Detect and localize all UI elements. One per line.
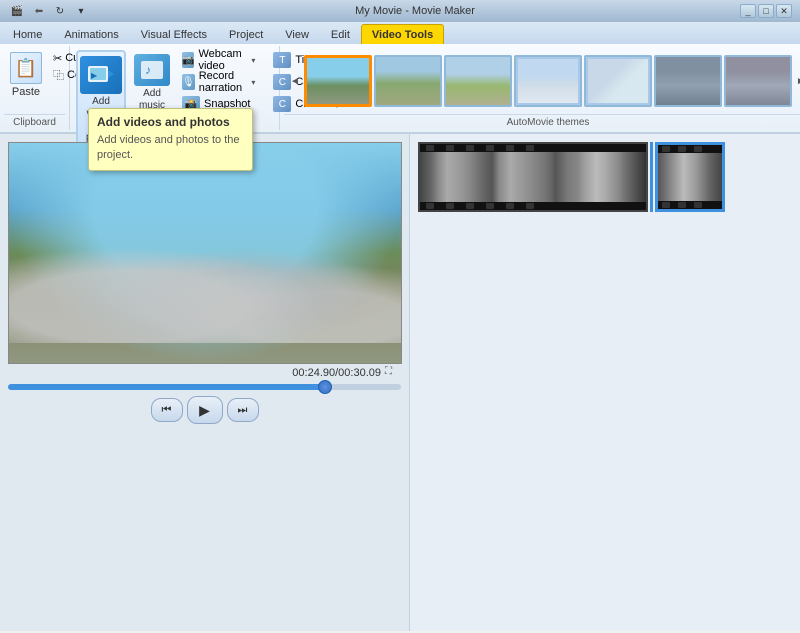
film-main-scene [420, 144, 646, 210]
theme-thumbnail-7[interactable] [724, 55, 792, 107]
record-narration-button[interactable]: 🎙 Record narration ▾ [178, 72, 259, 92]
seek-bar[interactable] [8, 384, 401, 390]
copy-icon: ⿻ [53, 67, 64, 83]
theme-4-preview [516, 57, 580, 105]
refresh-button[interactable]: ↻ [51, 3, 69, 19]
svg-text:▶: ▶ [91, 71, 98, 80]
film-strip-main [418, 142, 648, 212]
timecode-display: 00:24.90/00:30.09 [292, 367, 381, 379]
theme-thumbnail-3[interactable] [444, 55, 512, 107]
fullscreen-icon[interactable]: ⛶ [385, 366, 401, 380]
left-panel: Add videos and photos Add videos and pho… [0, 134, 410, 631]
tab-edit[interactable]: Edit [320, 24, 361, 44]
tab-view[interactable]: View [274, 24, 320, 44]
film-strip-selected [655, 142, 725, 212]
paste-icon: 📋 [10, 52, 42, 84]
theme-thumbnail-4[interactable] [514, 55, 582, 107]
window-title: My Movie - Movie Maker [90, 5, 740, 17]
video-preview [8, 142, 402, 364]
birds-scene [9, 223, 401, 343]
paste-button[interactable]: 📋 Paste [4, 48, 48, 102]
theme-6-preview [656, 57, 720, 105]
tooltip: Add videos and photos Add videos and pho… [88, 108, 253, 171]
scroll-right-button[interactable]: ► [794, 50, 800, 112]
app-icon: 🎬 [8, 3, 26, 19]
tab-animations[interactable]: Animations [53, 24, 129, 44]
theme-7-preview [726, 57, 790, 105]
theme-thumbnail-2[interactable] [374, 55, 442, 107]
quick-access-toolbar: ⬅ ↻ ▾ [30, 3, 90, 19]
webcam-video-button[interactable]: 📷 Webcam video ▾ [178, 50, 259, 70]
title-bar-left: 🎬 ⬅ ↻ ▾ [8, 3, 90, 19]
theme-thumbnail-5[interactable] [584, 55, 652, 107]
theme-3-preview [446, 57, 510, 105]
tab-home[interactable]: Home [2, 24, 53, 44]
right-panel [410, 134, 800, 631]
tab-project[interactable]: Project [218, 24, 274, 44]
scroll-left-button[interactable]: ◄ [288, 50, 302, 112]
film-selected-scene [658, 145, 722, 209]
tab-video-tools[interactable]: Video Tools [361, 24, 444, 44]
back-button[interactable]: ⬅ [30, 3, 48, 19]
play-icon: ▶ [199, 402, 210, 419]
title-bar: 🎬 ⬅ ↻ ▾ My Movie - Movie Maker _ □ ✕ [0, 0, 800, 22]
timeline-area [418, 142, 792, 212]
narration-dropdown-arrow: ▾ [251, 78, 255, 87]
minimize-button[interactable]: _ [740, 4, 756, 18]
rewind-button[interactable]: ⏮ [151, 398, 183, 422]
add-music-icon: ♪ [134, 54, 170, 86]
narration-icon: 🎙 [182, 74, 195, 90]
maximize-button[interactable]: □ [758, 4, 774, 18]
playback-controls: ⏮ ▶ ⏭ [8, 392, 401, 428]
theme-thumbnail-6[interactable] [654, 55, 722, 107]
tab-visual-effects[interactable]: Visual Effects [130, 24, 218, 44]
tooltip-text: Add videos and photos to the project. [97, 133, 244, 164]
video-timecode: 00:24.90/00:30.09 ⛶ [8, 364, 401, 382]
narration-label: Record narration [199, 70, 248, 94]
theme-thumbnail-1[interactable] [304, 55, 372, 107]
add-music-button[interactable]: ♪ Add music [132, 50, 172, 116]
webcam-icon: 📷 [182, 52, 194, 68]
theme-2-preview [376, 57, 440, 105]
webcam-dropdown-arrow: ▾ [251, 56, 255, 65]
cut-icon: ✂ [53, 52, 62, 65]
add-videos-icon: ▶ [80, 56, 122, 94]
svg-text:♪: ♪ [145, 63, 151, 77]
seek-bar-container[interactable] [8, 382, 401, 392]
forward-icon: ⏭ [238, 404, 248, 417]
theme-1-preview [307, 58, 369, 104]
webcam-label: Webcam video [198, 48, 247, 72]
ribbon-clipboard-section: 📋 Paste ✂ Cut ⿻ Copy Clipboard [0, 46, 70, 130]
automovie-content: ◄ ► [284, 48, 800, 114]
paste-label: Paste [12, 86, 40, 98]
ribbon-automovie-section: ◄ ► Auto [280, 46, 800, 130]
ribbon-tabs: Home Animations Visual Effects Project V… [0, 22, 800, 44]
automovie-label: AutoMovie themes [284, 114, 800, 128]
add-right-buttons: 📷 Webcam video ▾ 🎙 Record narration ▾ 📸 … [176, 48, 261, 116]
clipboard-label: Clipboard [4, 114, 65, 128]
clipboard-content: 📋 Paste ✂ Cut ⿻ Copy [4, 48, 65, 114]
close-button[interactable]: ✕ [776, 4, 792, 18]
tooltip-title: Add videos and photos [97, 115, 244, 129]
forward-button[interactable]: ⏭ [227, 398, 259, 422]
rewind-icon: ⏮ [162, 404, 172, 417]
theme-5-preview [586, 57, 650, 105]
dropdown-button[interactable]: ▾ [72, 3, 90, 19]
playhead[interactable] [650, 142, 653, 212]
window-controls: _ □ ✕ [740, 4, 792, 18]
main-area: Add videos and photos Add videos and pho… [0, 134, 800, 631]
play-button[interactable]: ▶ [187, 396, 223, 424]
